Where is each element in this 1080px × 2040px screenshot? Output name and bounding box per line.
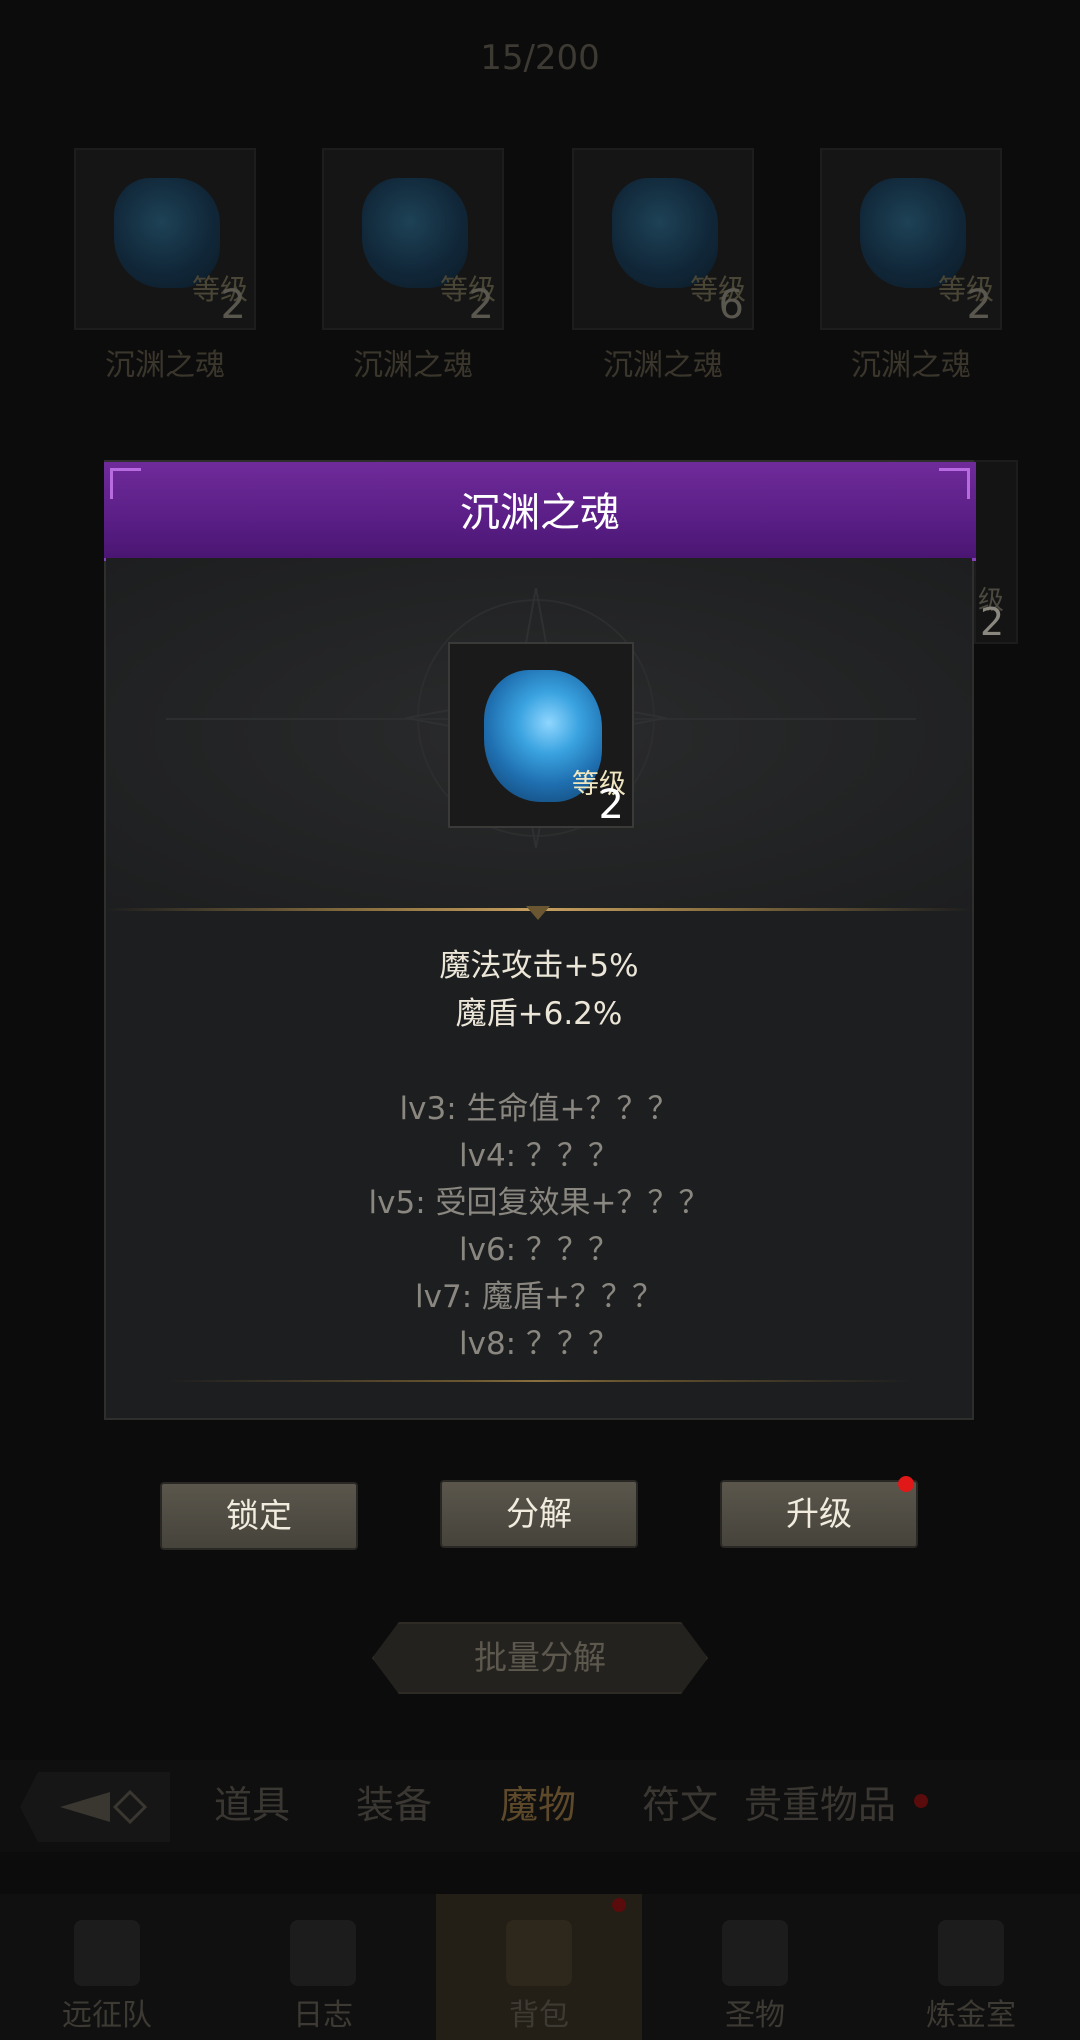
locked-stat-line: lv8: ？？？ <box>459 1326 619 1362</box>
tab-items[interactable]: 道具 <box>214 1774 290 1829</box>
locked-stat-line: lv3: 生命值+？？？ <box>399 1091 679 1127</box>
nav-alchemy[interactable]: 炼金室 <box>868 1894 1074 2040</box>
nav-backpack[interactable]: 背包 <box>436 1894 642 2040</box>
chalice-icon <box>722 1920 788 1986</box>
locked-stat-line: lv6: ？？？ <box>459 1232 619 1268</box>
inventory-slot-peek[interactable]: 级 2 <box>974 460 1018 644</box>
popup-header: 沉渊之魂 <box>104 462 976 561</box>
inventory-item-name: 沉渊之魂 <box>851 348 971 383</box>
nav-label: 圣物 <box>725 1998 785 2033</box>
level-value: 2 <box>468 282 494 328</box>
inventory-slot-3[interactable]: 等级 6 <box>572 148 754 330</box>
upgrade-notification-dot <box>898 1476 914 1492</box>
horned-helmet-icon <box>74 1920 140 1986</box>
tab-valuables[interactable]: 贵重物品 <box>744 1774 896 1829</box>
level-value: 6 <box>718 282 744 328</box>
upgrade-button[interactable]: 升级 <box>720 1480 918 1548</box>
diamond-arrow-icon <box>60 1789 148 1825</box>
valuables-notification-dot <box>914 1794 928 1808</box>
tab-monsters[interactable]: 魔物 <box>500 1774 576 1829</box>
nav-label: 远征队 <box>62 1998 152 2033</box>
decompose-button[interactable]: 分解 <box>440 1480 638 1548</box>
inventory-capacity: 15/200 <box>480 38 600 78</box>
level-value: 2 <box>980 600 1005 644</box>
level-value: 2 <box>220 282 246 328</box>
item-stats: 魔法攻击+5% 魔盾+6.2% lv3: 生命值+？？？ lv4: ？？？ lv… <box>106 942 972 1368</box>
batch-decompose-button[interactable]: 批量分解 <box>372 1622 708 1694</box>
tab-toggle-button[interactable] <box>20 1772 170 1842</box>
tab-runes[interactable]: 符文 <box>642 1774 718 1829</box>
bottom-divider <box>166 1380 912 1382</box>
divider-arrow-icon <box>526 906 550 920</box>
nav-label: 炼金室 <box>926 1998 1016 2033</box>
alchemy-icon <box>938 1920 1004 1986</box>
bottom-nav: 远征队 日志 背包 圣物 炼金室 <box>0 1894 1080 2040</box>
locked-stat-line: lv5: 受回复效果+？？？ <box>368 1185 710 1221</box>
chest-icon <box>506 1920 572 1986</box>
inventory-slot-2[interactable]: 等级 2 <box>322 148 504 330</box>
item-detail-popup: 沉渊之魂 等级 2 魔法攻击+5% 魔盾+6.2% lv3: 生命值+？？？ l… <box>104 460 976 1420</box>
nav-expedition[interactable]: 远征队 <box>4 1894 210 2040</box>
locked-stat-line: lv7: 魔盾+？？？ <box>415 1279 663 1315</box>
inventory-item-name: 沉渊之魂 <box>105 348 225 383</box>
inventory-slot-4[interactable]: 等级 2 <box>820 148 1002 330</box>
popup-title: 沉渊之魂 <box>460 490 620 536</box>
stat-line: 魔盾+6.2% <box>455 996 623 1032</box>
item-icon-frame: 等级 2 <box>448 642 634 828</box>
item-level-value: 2 <box>598 782 624 828</box>
item-icon-panel: 等级 2 <box>106 558 972 908</box>
inventory-slot-1[interactable]: 等级 2 <box>74 148 256 330</box>
nav-label: 背包 <box>509 1998 569 2033</box>
stat-line: 魔法攻击+5% <box>439 948 639 984</box>
inventory-item-name: 沉渊之魂 <box>603 348 723 383</box>
lock-button[interactable]: 锁定 <box>160 1482 358 1550</box>
nav-label: 日志 <box>293 1998 353 2033</box>
locked-stat-line: lv4: ？？？ <box>459 1138 619 1174</box>
inventory-item-name: 沉渊之魂 <box>353 348 473 383</box>
scroll-icon <box>290 1920 356 1986</box>
tab-equipment[interactable]: 装备 <box>356 1774 432 1829</box>
level-value: 2 <box>966 282 992 328</box>
backpack-notification-dot <box>612 1898 626 1912</box>
category-tab-bar: 道具 装备 魔物 符文 贵重物品 <box>0 1760 1080 1852</box>
nav-relics[interactable]: 圣物 <box>652 1894 858 2040</box>
nav-journal[interactable]: 日志 <box>220 1894 426 2040</box>
